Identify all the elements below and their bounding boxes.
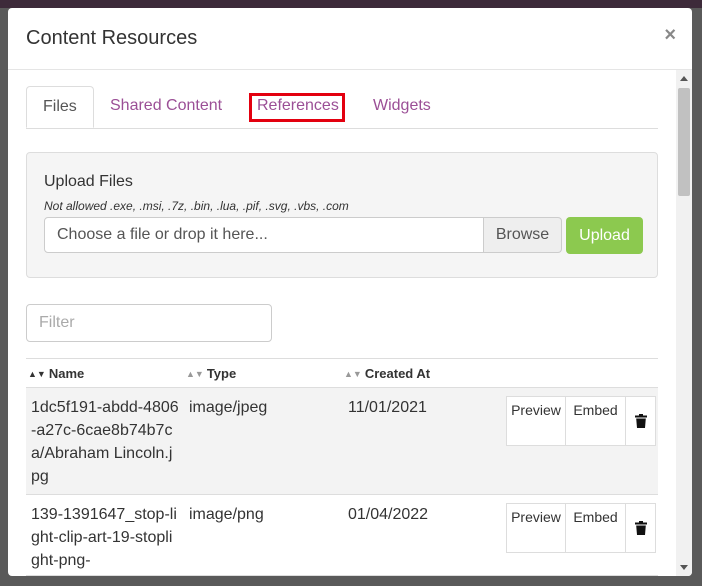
sort-icon: ▲▼ — [186, 369, 204, 379]
upload-panel: Upload Files Not allowed .exe, .msi, .7z… — [26, 152, 658, 278]
embed-button[interactable]: Embed — [566, 503, 626, 553]
row-actions: Preview Embed — [506, 503, 656, 553]
row-actions: Preview Embed — [506, 396, 656, 446]
scroll-down-arrow-icon[interactable] — [680, 565, 688, 570]
file-created-at: 01/04/2022 — [348, 506, 429, 523]
table-row: 139-1391647_stop-light-clip-art-19-stopl… — [26, 495, 658, 576]
file-type: image/jpeg — [189, 399, 268, 416]
sort-icon: ▲▼ — [344, 369, 362, 379]
trash-icon — [634, 521, 647, 535]
app-topbar — [0, 0, 702, 8]
tab-shared-content[interactable]: Shared Content — [94, 86, 238, 126]
file-input[interactable]: Choose a file or drop it here... — [44, 217, 484, 253]
upload-title: Upload Files — [44, 173, 133, 190]
upload-button[interactable]: Upload — [566, 217, 643, 254]
close-button[interactable]: × — [664, 24, 676, 47]
column-header-created-at[interactable]: ▲▼ Created At — [344, 366, 430, 381]
modal-header: Content Resources × — [8, 8, 692, 70]
modal-scrollbar[interactable] — [676, 70, 692, 576]
tab-files[interactable]: Files — [26, 86, 94, 128]
preview-button[interactable]: Preview — [506, 396, 566, 446]
upload-restrictions-note: Not allowed .exe, .msi, .7z, .bin, .lua,… — [44, 199, 349, 213]
sort-icon: ▲▼ — [28, 369, 46, 379]
close-icon: × — [664, 24, 676, 46]
tab-widgets[interactable]: Widgets — [357, 86, 447, 126]
file-created-at: 11/01/2021 — [348, 399, 427, 416]
modal-title: Content Resources — [26, 27, 198, 49]
table-header: ▲▼ Name ▲▼ Type ▲▼ Created At — [26, 358, 658, 388]
browse-button[interactable]: Browse — [484, 217, 562, 253]
file-name: 1dc5f191-abdd-4806-a27c-6cae8b74b7ca/Abr… — [31, 399, 179, 485]
scroll-up-arrow-icon[interactable] — [680, 76, 688, 81]
table-row: 1dc5f191-abdd-4806-a27c-6cae8b74b7ca/Abr… — [26, 388, 658, 495]
column-header-type[interactable]: ▲▼ Type — [186, 366, 236, 381]
file-name: 139-1391647_stop-light-clip-art-19-stopl… — [31, 506, 177, 569]
references-highlight-box — [249, 93, 345, 122]
delete-button[interactable] — [626, 396, 656, 446]
content-resources-modal: Content Resources × Files Shared Content… — [8, 8, 692, 576]
scroll-thumb[interactable] — [678, 88, 690, 196]
column-header-name[interactable]: ▲▼ Name — [28, 366, 84, 381]
preview-button[interactable]: Preview — [506, 503, 566, 553]
file-type: image/png — [189, 506, 264, 523]
delete-button[interactable] — [626, 503, 656, 553]
embed-button[interactable]: Embed — [566, 396, 626, 446]
trash-icon — [634, 414, 647, 428]
filter-input[interactable]: Filter — [26, 304, 272, 342]
